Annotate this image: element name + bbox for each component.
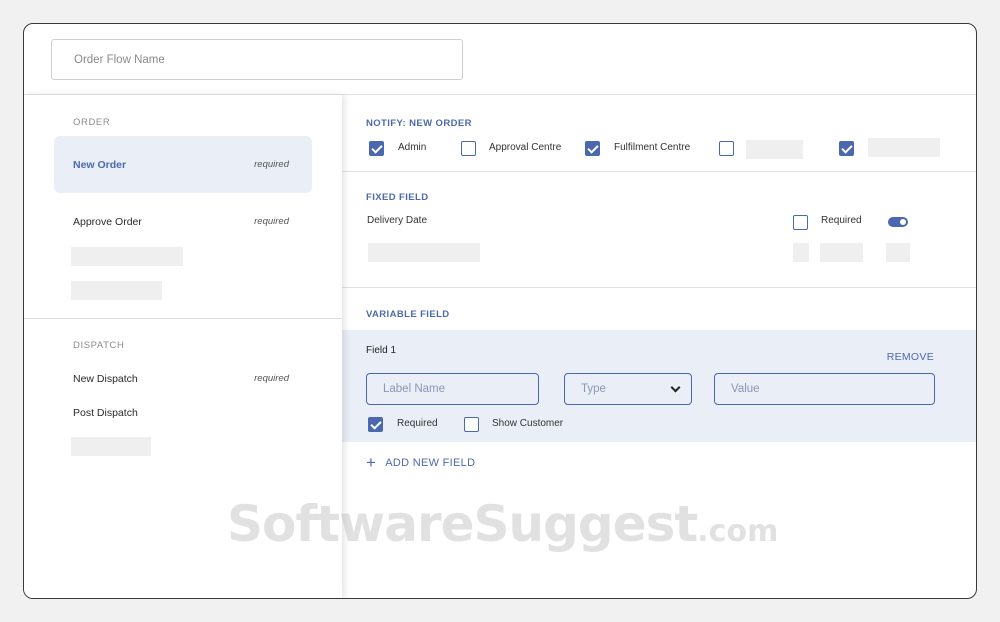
section-divider bbox=[342, 287, 976, 288]
notify-approval-centre-label: Approval Centre bbox=[489, 142, 562, 153]
order-flow-name-input[interactable]: Order Flow Name bbox=[51, 39, 463, 80]
sidebar-placeholder-item bbox=[71, 247, 183, 266]
fixed-field-name: Delivery Date bbox=[367, 215, 428, 226]
add-new-field-button[interactable]: + ADD NEW FIELD bbox=[366, 454, 475, 471]
fixed-field-required-label: Required bbox=[821, 215, 862, 226]
variable-field-label: Field 1 bbox=[366, 345, 397, 356]
notify-admin-checkbox[interactable] bbox=[369, 141, 384, 156]
sidebar-item-post-dispatch[interactable]: Post Dispatch bbox=[54, 384, 312, 441]
order-flow-name-placeholder: Order Flow Name bbox=[74, 53, 165, 66]
sidebar-item-new-order[interactable]: New Order required bbox=[54, 136, 312, 193]
type-placeholder: Type bbox=[581, 383, 606, 395]
show-customer-label: Show Customer bbox=[492, 418, 564, 429]
notify-approval-centre-checkbox[interactable] bbox=[461, 141, 476, 156]
fixed-field-required-checkbox[interactable] bbox=[793, 215, 808, 230]
sidebar-item-label: Approve Order bbox=[73, 215, 142, 228]
sidebar-divider bbox=[24, 318, 342, 319]
show-customer-checkbox[interactable] bbox=[464, 417, 479, 432]
fixed-field-toggle[interactable] bbox=[888, 217, 908, 227]
chevron-down-icon bbox=[670, 382, 681, 393]
fixed-field-placeholder bbox=[793, 243, 809, 262]
value-placeholder: Value bbox=[731, 383, 760, 395]
order-section-title: ORDER bbox=[73, 117, 111, 128]
add-new-field-label: ADD NEW FIELD bbox=[385, 456, 476, 469]
watermark: SoftwareSuggest.com bbox=[227, 495, 778, 553]
fixed-field-placeholder bbox=[368, 243, 480, 262]
sidebar-item-label: Post Dispatch bbox=[73, 406, 138, 419]
watermark-suffix: .com bbox=[697, 514, 779, 549]
fixed-field-placeholder bbox=[820, 243, 863, 262]
required-tag: required bbox=[254, 373, 289, 384]
variable-field-required-label: Required bbox=[397, 418, 438, 429]
variable-field-card: Field 1 REMOVE Label Name Type Value Req… bbox=[342, 330, 976, 442]
notify-option-placeholder bbox=[746, 140, 803, 159]
fixed-field-section-title: FIXED FIELD bbox=[366, 192, 429, 203]
required-tag: required bbox=[254, 216, 289, 227]
fixed-field-placeholder bbox=[886, 243, 910, 262]
remove-field-button[interactable]: REMOVE bbox=[887, 351, 934, 363]
sidebar-placeholder-item bbox=[71, 281, 162, 300]
plus-icon: + bbox=[366, 453, 377, 472]
notify-fulfilment-centre-checkbox[interactable] bbox=[585, 141, 600, 156]
section-divider bbox=[342, 171, 976, 172]
notify-fulfilment-centre-label: Fulfilment Centre bbox=[614, 142, 691, 153]
label-name-input[interactable]: Label Name bbox=[366, 373, 539, 405]
sidebar-placeholder-item bbox=[71, 437, 151, 456]
value-input[interactable]: Value bbox=[714, 373, 935, 405]
watermark-main: SoftwareSuggest bbox=[227, 495, 698, 553]
notify-option-placeholder bbox=[868, 138, 940, 157]
notify-section-title: NOTIFY: NEW ORDER bbox=[366, 118, 472, 129]
sidebar-item-label: New Dispatch bbox=[73, 372, 138, 385]
required-tag: required bbox=[254, 159, 289, 170]
label-name-placeholder: Label Name bbox=[383, 383, 446, 395]
type-select[interactable]: Type bbox=[564, 373, 692, 405]
notify-option-checkbox[interactable] bbox=[719, 141, 734, 156]
notify-option-checkbox[interactable] bbox=[839, 141, 854, 156]
sidebar-item-approve-order[interactable]: Approve Order required bbox=[54, 193, 312, 250]
sidebar-item-label: New Order bbox=[73, 158, 127, 171]
variable-field-required-checkbox[interactable] bbox=[368, 417, 383, 432]
variable-field-section-title: VARIABLE FIELD bbox=[366, 309, 450, 320]
notify-admin-label: Admin bbox=[398, 142, 427, 153]
